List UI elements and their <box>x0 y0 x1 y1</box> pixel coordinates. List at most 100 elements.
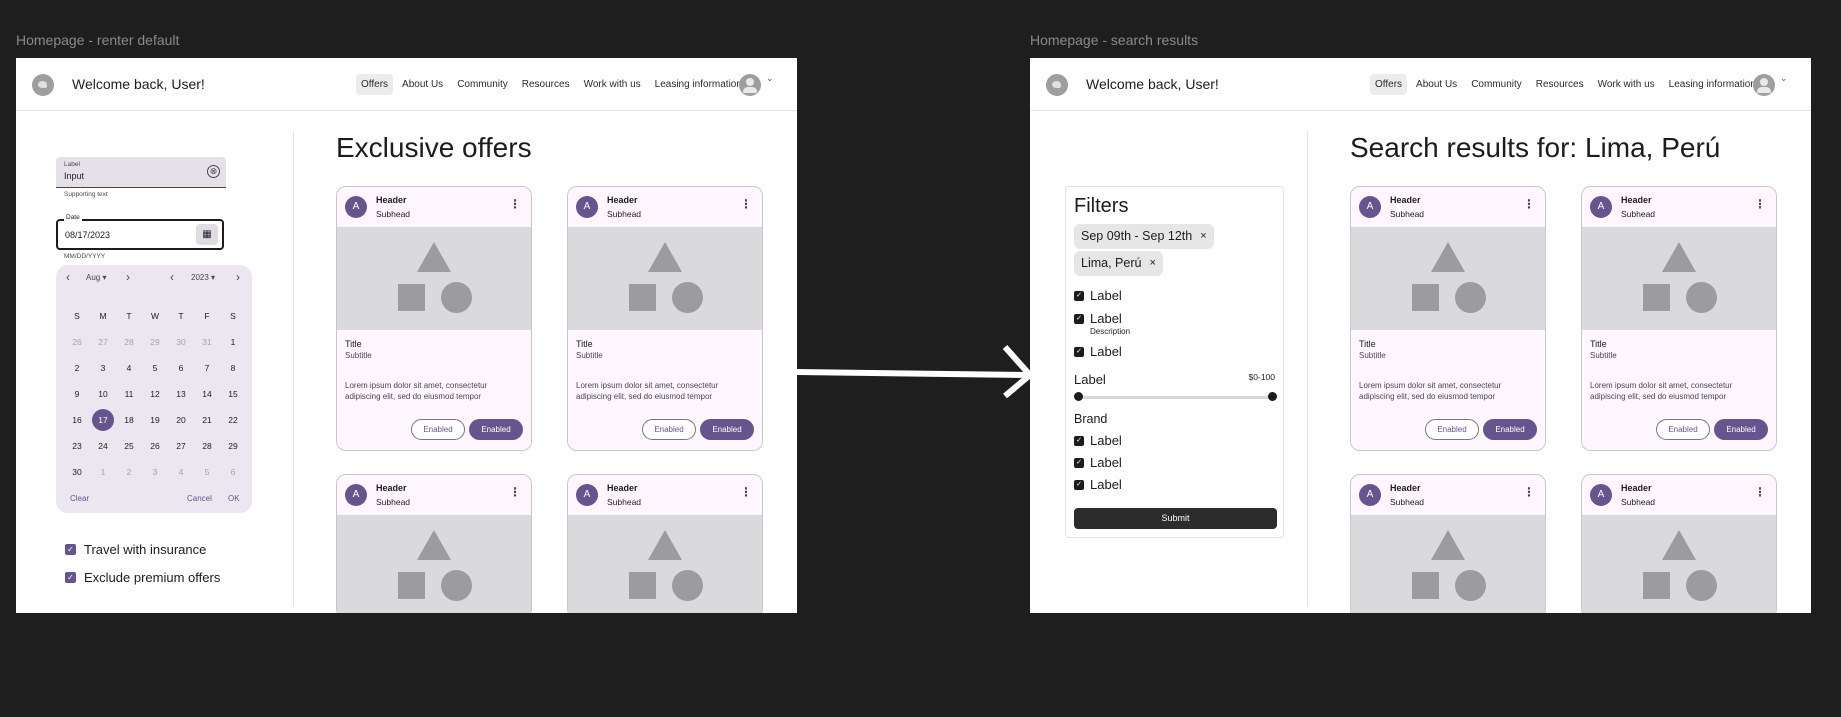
calendar-day[interactable]: 12 <box>142 381 168 407</box>
submit-button[interactable]: Submit <box>1074 508 1277 529</box>
calendar-day[interactable]: 7 <box>194 355 220 381</box>
nav-work-with-us[interactable]: Work with us <box>579 74 646 95</box>
result-card[interactable]: A Header Subhead ⋮ Title Subtitle Lorem ipsum… <box>1350 186 1546 451</box>
calendar-day[interactable]: 5 <box>142 355 168 381</box>
close-icon[interactable]: × <box>1149 251 1155 276</box>
slider-min-handle[interactable] <box>1074 392 1083 401</box>
nav-about-us[interactable]: About Us <box>397 74 448 95</box>
nav-work-with-us[interactable]: Work with us <box>1593 74 1660 95</box>
calendar-day[interactable]: 2 <box>64 355 90 381</box>
calendar-day[interactable]: 18 <box>116 407 142 433</box>
more-vert-icon[interactable]: ⋮ <box>509 485 521 499</box>
calendar-day[interactable]: 28 <box>194 433 220 459</box>
calendar-day[interactable]: 23 <box>64 433 90 459</box>
calendar-day[interactable]: 30 <box>168 329 194 355</box>
calendar-day[interactable]: 16 <box>64 407 90 433</box>
card-filled-button[interactable]: Enabled <box>700 419 754 440</box>
chevron-down-icon[interactable]: ⌄ <box>766 73 774 84</box>
logo-icon[interactable] <box>1046 74 1068 96</box>
calendar-day[interactable]: 21 <box>194 407 220 433</box>
calendar-day[interactable]: 8 <box>220 355 246 381</box>
brand-checkbox[interactable]: ✓ Label <box>1074 477 1122 492</box>
more-vert-icon[interactable]: ⋮ <box>1754 485 1766 499</box>
card-filled-button[interactable]: Enabled <box>1714 419 1768 440</box>
card-outlined-button[interactable]: Enabled <box>642 419 696 440</box>
filter-checkbox[interactable]: ✓ Label <box>1074 311 1122 326</box>
more-vert-icon[interactable]: ⋮ <box>1523 197 1535 211</box>
card-filled-button[interactable]: Enabled <box>469 419 523 440</box>
date-input-field[interactable]: Date 08/17/2023 ▦ <box>56 214 224 250</box>
calendar-day[interactable]: 27 <box>90 329 116 355</box>
exclude-premium-checkbox[interactable]: ✓ Exclude premium offers <box>65 570 220 585</box>
filter-checkbox[interactable]: ✓ Label <box>1074 344 1122 359</box>
more-vert-icon[interactable]: ⋮ <box>740 197 752 211</box>
nav-offers[interactable]: Offers <box>356 74 394 95</box>
calendar-day[interactable]: 30 <box>64 459 90 485</box>
card-filled-button[interactable]: Enabled <box>1483 419 1537 440</box>
offer-card[interactable]: A Header Subhead ⋮ <box>567 474 763 613</box>
calendar-day[interactable]: 5 <box>194 459 220 485</box>
calendar-day[interactable]: 2 <box>116 459 142 485</box>
calendar-day[interactable]: 15 <box>220 381 246 407</box>
calendar-clear-button[interactable]: Clear <box>70 494 89 503</box>
calendar-day[interactable]: 4 <box>168 459 194 485</box>
logo-icon[interactable] <box>32 74 54 96</box>
calendar-day[interactable]: 22 <box>220 407 246 433</box>
calendar-day[interactable]: 6 <box>168 355 194 381</box>
filter-chip-location[interactable]: Lima, Perú × <box>1074 251 1163 276</box>
calendar-day[interactable]: 19 <box>142 407 168 433</box>
calendar-icon[interactable]: ▦ <box>196 224 218 245</box>
user-avatar-icon[interactable] <box>739 74 761 96</box>
clear-icon[interactable]: ⊗ <box>207 165 220 178</box>
nav-resources[interactable]: Resources <box>1531 74 1589 95</box>
calendar-ok-button[interactable]: OK <box>228 494 240 503</box>
nav-offers[interactable]: Offers <box>1370 74 1408 95</box>
nav-community[interactable]: Community <box>1466 74 1527 95</box>
offer-card[interactable]: A Header Subhead ⋮ Title Subtitle Lorem ipsum… <box>567 186 763 451</box>
calendar-day[interactable]: 27 <box>168 433 194 459</box>
prev-year-icon[interactable]: ‹ <box>170 270 174 284</box>
result-card[interactable]: A Header Subhead ⋮ <box>1350 474 1546 613</box>
filter-chip-dates[interactable]: Sep 09th - Sep 12th × <box>1074 224 1214 249</box>
brand-checkbox[interactable]: ✓ Label <box>1074 455 1122 470</box>
calendar-day[interactable]: 9 <box>64 381 90 407</box>
calendar-day[interactable]: 3 <box>90 355 116 381</box>
calendar-day[interactable]: 10 <box>90 381 116 407</box>
year-select[interactable]: 2023 ▾ <box>191 273 215 282</box>
chevron-down-icon[interactable]: ⌄ <box>1780 73 1788 84</box>
more-vert-icon[interactable]: ⋮ <box>1754 197 1766 211</box>
calendar-day[interactable]: 1 <box>90 459 116 485</box>
more-vert-icon[interactable]: ⋮ <box>1523 485 1535 499</box>
text-input-field[interactable]: Label Input ⊗ <box>56 157 226 188</box>
offer-card[interactable]: A Header Subhead ⋮ <box>336 474 532 613</box>
calendar-day[interactable]: 4 <box>116 355 142 381</box>
result-card[interactable]: A Header Subhead ⋮ <box>1581 474 1777 613</box>
calendar-day[interactable]: 25 <box>116 433 142 459</box>
calendar-day[interactable]: 1 <box>220 329 246 355</box>
card-outlined-button[interactable]: Enabled <box>411 419 465 440</box>
calendar-day[interactable]: 24 <box>90 433 116 459</box>
nav-about-us[interactable]: About Us <box>1411 74 1462 95</box>
calendar-day[interactable]: 29 <box>142 329 168 355</box>
card-outlined-button[interactable]: Enabled <box>1656 419 1710 440</box>
card-outlined-button[interactable]: Enabled <box>1425 419 1479 440</box>
calendar-day[interactable]: 26 <box>142 433 168 459</box>
offer-card[interactable]: A Header Subhead ⋮ Title Subtitle Lorem ipsum… <box>336 186 532 451</box>
travel-insurance-checkbox[interactable]: ✓ Travel with insurance <box>65 542 206 557</box>
next-year-icon[interactable]: › <box>236 270 240 284</box>
filter-checkbox[interactable]: ✓ Label <box>1074 288 1122 303</box>
calendar-day[interactable]: 11 <box>116 381 142 407</box>
slider-max-handle[interactable] <box>1268 392 1277 401</box>
calendar-day[interactable]: 13 <box>168 381 194 407</box>
nav-community[interactable]: Community <box>452 74 513 95</box>
next-month-icon[interactable]: › <box>126 270 130 284</box>
calendar-day[interactable]: 26 <box>64 329 90 355</box>
brand-checkbox[interactable]: ✓ Label <box>1074 433 1122 448</box>
month-select[interactable]: Aug ▾ <box>86 273 106 282</box>
nav-leasing-information[interactable]: Leasing information <box>650 74 747 95</box>
calendar-day[interactable]: 29 <box>220 433 246 459</box>
calendar-day[interactable]: 14 <box>194 381 220 407</box>
more-vert-icon[interactable]: ⋮ <box>509 197 521 211</box>
calendar-day[interactable]: 3 <box>142 459 168 485</box>
calendar-cancel-button[interactable]: Cancel <box>187 494 212 503</box>
